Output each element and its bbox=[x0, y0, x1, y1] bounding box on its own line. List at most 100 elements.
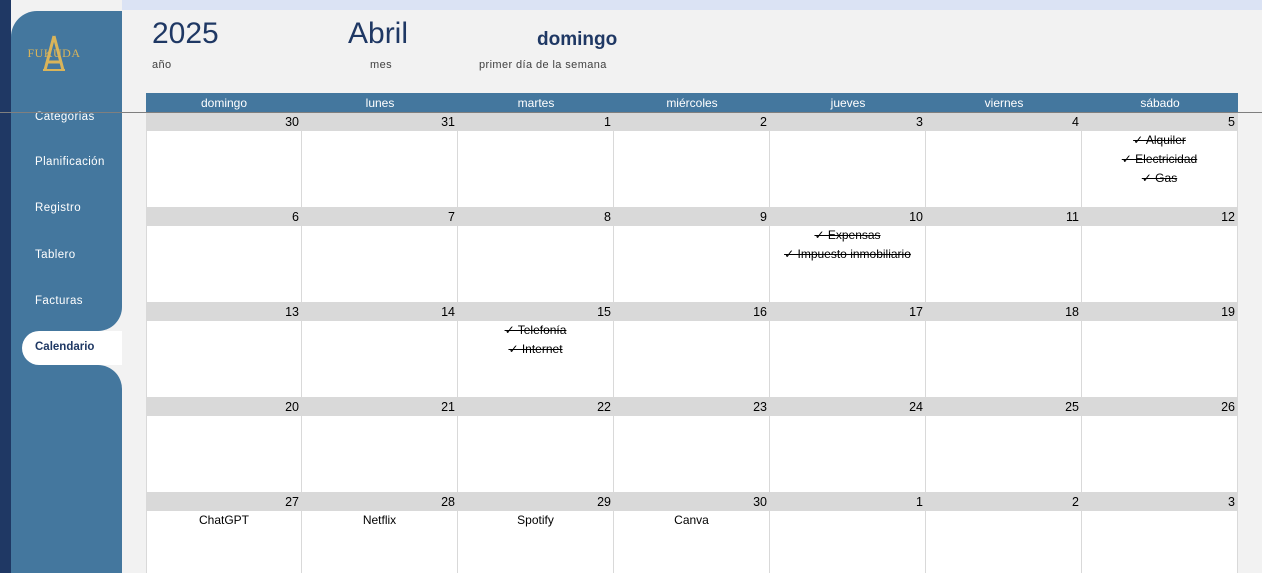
day-cell[interactable]: 11 bbox=[926, 207, 1082, 302]
day-number: 30 bbox=[147, 112, 301, 131]
event-list: Canva bbox=[614, 511, 769, 530]
day-cell[interactable]: 22 bbox=[458, 397, 614, 492]
day-cell[interactable]: 27 ChatGPT bbox=[146, 492, 302, 573]
day-cell[interactable]: 21 bbox=[302, 397, 458, 492]
logo: FUKUDA bbox=[24, 32, 84, 76]
day-cell[interactable]: 1 bbox=[770, 492, 926, 573]
event-item: ✓ Electricidad bbox=[1121, 152, 1198, 166]
day-number: 22 bbox=[458, 397, 613, 416]
day-number: 12 bbox=[1082, 207, 1237, 226]
week-row: 6 7 8 9 10 ✓ Expensas ✓ Impuesto inmobiliario 1… bbox=[146, 207, 1238, 302]
day-number: 10 bbox=[770, 207, 925, 226]
day-cell[interactable]: 15 ✓ Telefonía ✓ Internet bbox=[458, 302, 614, 397]
day-cell[interactable]: 10 ✓ Expensas ✓ Impuesto inmobiliario bbox=[770, 207, 926, 302]
first-day-label: primer día de la semana bbox=[479, 59, 607, 71]
event-list: Spotify bbox=[458, 511, 613, 530]
month-selector[interactable]: Abril bbox=[348, 17, 408, 51]
day-header: martes bbox=[517, 96, 555, 110]
event-item: ChatGPT bbox=[198, 513, 249, 527]
first-day-selector[interactable]: domingo bbox=[537, 29, 617, 51]
day-cell[interactable]: 14 bbox=[302, 302, 458, 397]
calendar-grid: domingo lunes martes miércoles jueves viernes… bbox=[146, 93, 1238, 573]
day-cell[interactable]: 18 bbox=[926, 302, 1082, 397]
sidebar-item-calendario[interactable]: Calendario bbox=[22, 331, 122, 365]
day-cell[interactable]: 24 bbox=[770, 397, 926, 492]
active-tab-curve-top bbox=[98, 307, 122, 331]
week-row: 30 31 1 2 3 4 5 ✓ Alquiler ✓ Electricidad ✓ Gas bbox=[146, 112, 1238, 207]
day-number: 14 bbox=[302, 302, 457, 321]
day-cell[interactable]: 2 bbox=[926, 492, 1082, 573]
day-cell[interactable]: 30 bbox=[146, 112, 302, 207]
day-cell[interactable]: 1 bbox=[458, 112, 614, 207]
day-number: 15 bbox=[458, 302, 613, 321]
day-number: 16 bbox=[614, 302, 769, 321]
day-cell[interactable]: 17 bbox=[770, 302, 926, 397]
weeks: 30 31 1 2 3 4 5 ✓ Alquiler ✓ Electricidad ✓ Gas 6 7… bbox=[146, 112, 1238, 573]
day-number: 17 bbox=[770, 302, 925, 321]
sidebar-item-planificacion[interactable]: Planificación bbox=[35, 156, 105, 168]
brand-name: FUKUDA bbox=[27, 46, 81, 60]
day-cell[interactable]: 13 bbox=[146, 302, 302, 397]
day-cell[interactable]: 30 Canva bbox=[614, 492, 770, 573]
week-row: 20 21 22 23 24 25 26 bbox=[146, 397, 1238, 492]
year-selector[interactable]: 2025 bbox=[152, 17, 219, 51]
day-cell[interactable]: 25 bbox=[926, 397, 1082, 492]
event-item: Canva bbox=[674, 513, 709, 527]
event-item: ✓ Expensas bbox=[814, 228, 881, 242]
day-cell[interactable]: 29 Spotify bbox=[458, 492, 614, 573]
day-number: 6 bbox=[147, 207, 301, 226]
day-cell[interactable]: 5 ✓ Alquiler ✓ Electricidad ✓ Gas bbox=[1082, 112, 1238, 207]
day-number: 21 bbox=[302, 397, 457, 416]
day-number: 13 bbox=[147, 302, 301, 321]
day-headers: domingo lunes martes miércoles jueves viernes… bbox=[146, 93, 1238, 112]
day-cell[interactable]: 9 bbox=[614, 207, 770, 302]
sidebar-item-registro[interactable]: Registro bbox=[35, 202, 81, 214]
divider-line bbox=[0, 112, 1262, 113]
day-number: 20 bbox=[147, 397, 301, 416]
day-cell[interactable]: 23 bbox=[614, 397, 770, 492]
day-cell[interactable]: 3 bbox=[1082, 492, 1238, 573]
day-number: 3 bbox=[1082, 492, 1237, 511]
day-header: lunes bbox=[365, 96, 395, 110]
week-row: 27 ChatGPT 28 Netflix 29 Spotify 30 Canva 1 2 3 bbox=[146, 492, 1238, 573]
day-cell[interactable]: 4 bbox=[926, 112, 1082, 207]
event-item: Netflix bbox=[362, 513, 397, 527]
day-number: 1 bbox=[770, 492, 925, 511]
day-number: 23 bbox=[614, 397, 769, 416]
sidebar-item-tablero[interactable]: Tablero bbox=[35, 249, 76, 261]
day-cell[interactable]: 16 bbox=[614, 302, 770, 397]
sidebar bbox=[11, 11, 122, 573]
day-number: 5 bbox=[1082, 112, 1237, 131]
day-number: 8 bbox=[458, 207, 613, 226]
day-number: 3 bbox=[770, 112, 925, 131]
day-cell[interactable]: 12 bbox=[1082, 207, 1238, 302]
day-cell[interactable]: 19 bbox=[1082, 302, 1238, 397]
month-label: mes bbox=[370, 59, 392, 71]
event-item: ✓ Internet bbox=[508, 342, 563, 356]
sidebar-item-facturas[interactable]: Facturas bbox=[35, 295, 83, 307]
day-number: 7 bbox=[302, 207, 457, 226]
event-item: ✓ Impuesto inmobiliario bbox=[784, 247, 911, 261]
window-left-strip bbox=[0, 0, 11, 573]
day-cell[interactable]: 6 bbox=[146, 207, 302, 302]
day-cell[interactable]: 20 bbox=[146, 397, 302, 492]
day-number: 28 bbox=[302, 492, 457, 511]
top-band bbox=[122, 0, 1262, 10]
day-cell[interactable]: 2 bbox=[614, 112, 770, 207]
day-number: 2 bbox=[614, 112, 769, 131]
day-header: domingo bbox=[200, 96, 248, 110]
day-header: sábado bbox=[1140, 96, 1180, 110]
day-cell[interactable]: 26 bbox=[1082, 397, 1238, 492]
day-cell[interactable]: 8 bbox=[458, 207, 614, 302]
day-number: 11 bbox=[926, 207, 1081, 226]
day-cell[interactable]: 7 bbox=[302, 207, 458, 302]
day-header: miércoles bbox=[666, 96, 718, 110]
event-list: ✓ Alquiler ✓ Electricidad ✓ Gas bbox=[1082, 131, 1237, 188]
event-list: Netflix bbox=[302, 511, 457, 530]
day-cell[interactable]: 28 Netflix bbox=[302, 492, 458, 573]
day-header: jueves bbox=[830, 96, 866, 110]
sidebar-item-label: Calendario bbox=[35, 341, 95, 353]
day-cell[interactable]: 31 bbox=[302, 112, 458, 207]
day-cell[interactable]: 3 bbox=[770, 112, 926, 207]
day-number: 4 bbox=[926, 112, 1081, 131]
